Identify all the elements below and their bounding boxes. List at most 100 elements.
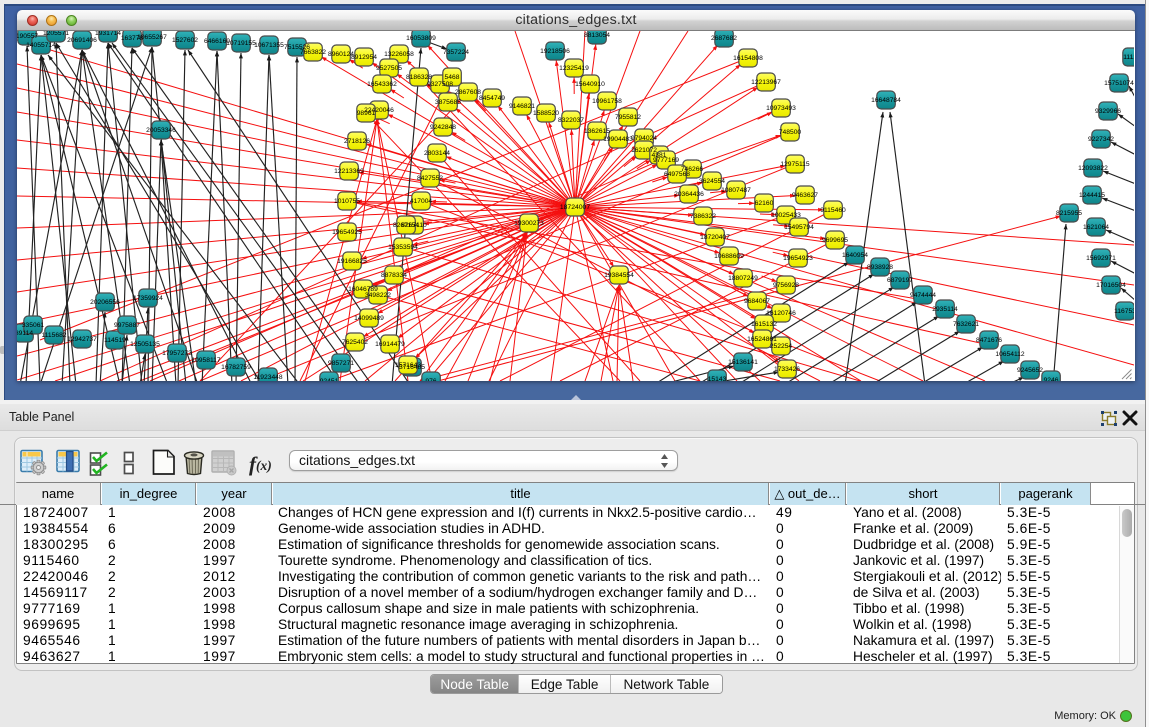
svg-text:7632621: 7632621 — [953, 321, 979, 328]
svg-text:7386322: 7386322 — [690, 213, 716, 220]
svg-text:2803144: 2803144 — [424, 150, 450, 157]
svg-text:190557: 190557 — [17, 33, 38, 40]
svg-text:9245652: 9245652 — [1017, 367, 1043, 374]
svg-text:15143: 15143 — [708, 376, 727, 381]
svg-text:12505135: 12505135 — [130, 341, 160, 348]
svg-text:9146821: 9146821 — [509, 103, 535, 110]
svg-text:3624554: 3624554 — [699, 178, 725, 185]
svg-text:8813054: 8813054 — [584, 32, 610, 39]
svg-text:8267154: 8267154 — [393, 222, 419, 229]
svg-text:1615132: 1615132 — [751, 321, 777, 328]
svg-text:62160: 62160 — [755, 200, 774, 207]
svg-text:17957273: 17957273 — [162, 350, 192, 357]
svg-text:19904483: 19904483 — [603, 136, 633, 143]
svg-text:7625402: 7625402 — [342, 339, 368, 346]
svg-text:9699695: 9699695 — [822, 237, 848, 244]
svg-text:15495794: 15495794 — [784, 224, 814, 231]
svg-text:1640954: 1640954 — [842, 252, 868, 259]
svg-text:1010755: 1010755 — [334, 198, 360, 205]
svg-text:1115682: 1115682 — [41, 332, 66, 339]
svg-text:16914479: 16914479 — [375, 341, 405, 348]
svg-text:19218506: 19218506 — [540, 48, 570, 55]
svg-text:92451: 92451 — [320, 378, 339, 381]
svg-text:8454749: 8454749 — [479, 95, 505, 102]
svg-text:7357224: 7357224 — [443, 49, 469, 56]
svg-text:16154808: 16154808 — [733, 55, 763, 62]
svg-text:9527505: 9527505 — [376, 65, 402, 72]
svg-text:9227342: 9227342 — [1088, 136, 1114, 143]
svg-text:8322037: 8322037 — [558, 117, 584, 124]
svg-text:19654923: 19654923 — [783, 255, 813, 262]
svg-text:9242848: 9242848 — [430, 124, 456, 131]
svg-text:8912954: 8912954 — [351, 54, 377, 61]
svg-text:10688609: 10688609 — [714, 253, 744, 260]
svg-text:18807249: 18807249 — [728, 275, 758, 282]
svg-text:9329966: 9329966 — [1095, 108, 1121, 115]
svg-text:16543362: 16543362 — [367, 81, 397, 88]
svg-text:18724007: 18724007 — [560, 204, 590, 211]
svg-text:14099489: 14099489 — [354, 315, 384, 322]
svg-text:1588520: 1588520 — [533, 110, 559, 117]
svg-text:2935114: 2935114 — [932, 306, 958, 313]
svg-text:16782759: 16782759 — [221, 364, 251, 371]
svg-text:9115460: 9115460 — [820, 207, 846, 214]
svg-text:16053809: 16053809 — [406, 35, 436, 42]
svg-text:15640910: 15640910 — [575, 81, 605, 88]
svg-text:19384554: 19384554 — [604, 272, 634, 279]
svg-text:20691406: 20691406 — [67, 37, 97, 44]
svg-text:9777169: 9777169 — [653, 157, 679, 164]
svg-text:12213967: 12213967 — [751, 79, 781, 86]
svg-text:8471676: 8471676 — [976, 337, 1002, 344]
svg-text:12975115: 12975115 — [780, 161, 810, 168]
svg-text:10671355: 10671355 — [254, 42, 284, 49]
svg-text:39114: 39114 — [17, 330, 33, 337]
svg-text:20053346: 20053346 — [146, 127, 176, 134]
svg-text:9474444: 9474444 — [910, 292, 936, 299]
svg-text:10025433: 10025433 — [771, 212, 801, 219]
svg-text:748500: 748500 — [779, 129, 802, 136]
svg-text:10973493: 10973493 — [766, 105, 796, 112]
svg-text:17359924: 17359924 — [133, 295, 163, 302]
svg-text:16120746: 16120746 — [766, 310, 796, 317]
svg-text:1362615: 1362615 — [584, 128, 610, 135]
svg-text:12093822: 12093822 — [1078, 165, 1108, 172]
svg-text:15692971: 15692971 — [1086, 255, 1116, 262]
svg-text:3498222: 3498222 — [365, 292, 391, 299]
svg-text:10807487: 10807487 — [721, 187, 751, 194]
svg-text:1244415: 1244415 — [1079, 192, 1105, 199]
svg-text:18720407: 18720407 — [700, 234, 730, 241]
svg-text:19300273: 19300273 — [514, 220, 544, 227]
svg-text:9246: 9246 — [1044, 377, 1059, 381]
svg-text:9684067: 9684067 — [744, 298, 770, 305]
svg-text:5468: 5468 — [445, 74, 460, 81]
svg-text:1621064: 1621064 — [1083, 224, 1109, 231]
svg-text:9756928: 9756928 — [773, 282, 799, 289]
svg-text:6879197: 6879197 — [887, 277, 913, 284]
svg-text:8215955: 8215955 — [1056, 210, 1082, 217]
svg-text:252254: 252254 — [770, 343, 793, 350]
svg-text:335061: 335061 — [22, 322, 45, 329]
svg-text:12213369: 12213369 — [334, 168, 364, 175]
svg-text:9463627: 9463627 — [792, 192, 818, 199]
svg-text:8186328: 8186328 — [406, 74, 432, 81]
svg-text:11923448: 11923448 — [253, 374, 283, 381]
svg-text:417004: 417004 — [410, 198, 433, 205]
svg-text:15353594: 15353594 — [388, 244, 418, 251]
svg-text:16524861: 16524861 — [747, 336, 777, 343]
svg-text:9327508: 9327508 — [427, 81, 453, 88]
svg-text:13226058: 13226058 — [384, 51, 414, 58]
svg-text:116753: 116753 — [1114, 308, 1134, 315]
svg-text:2867608: 2867608 — [455, 89, 481, 96]
svg-text:9975887: 9975887 — [114, 322, 140, 329]
svg-text:1931714: 1931714 — [95, 31, 121, 37]
svg-text:3875685: 3875685 — [435, 99, 461, 106]
svg-text:7955812: 7955812 — [615, 114, 641, 121]
svg-text:1527602: 1527602 — [172, 37, 198, 44]
svg-text:10655267: 10655267 — [137, 34, 167, 41]
svg-text:8878334: 8878334 — [381, 272, 407, 279]
svg-text:10961758: 10961758 — [592, 98, 622, 105]
svg-text:9794024: 9794024 — [631, 135, 657, 142]
svg-text:2718126: 2718126 — [344, 138, 370, 145]
svg-text:15751074: 15751074 — [1104, 80, 1134, 87]
svg-text:(x): (x) — [256, 458, 272, 473]
